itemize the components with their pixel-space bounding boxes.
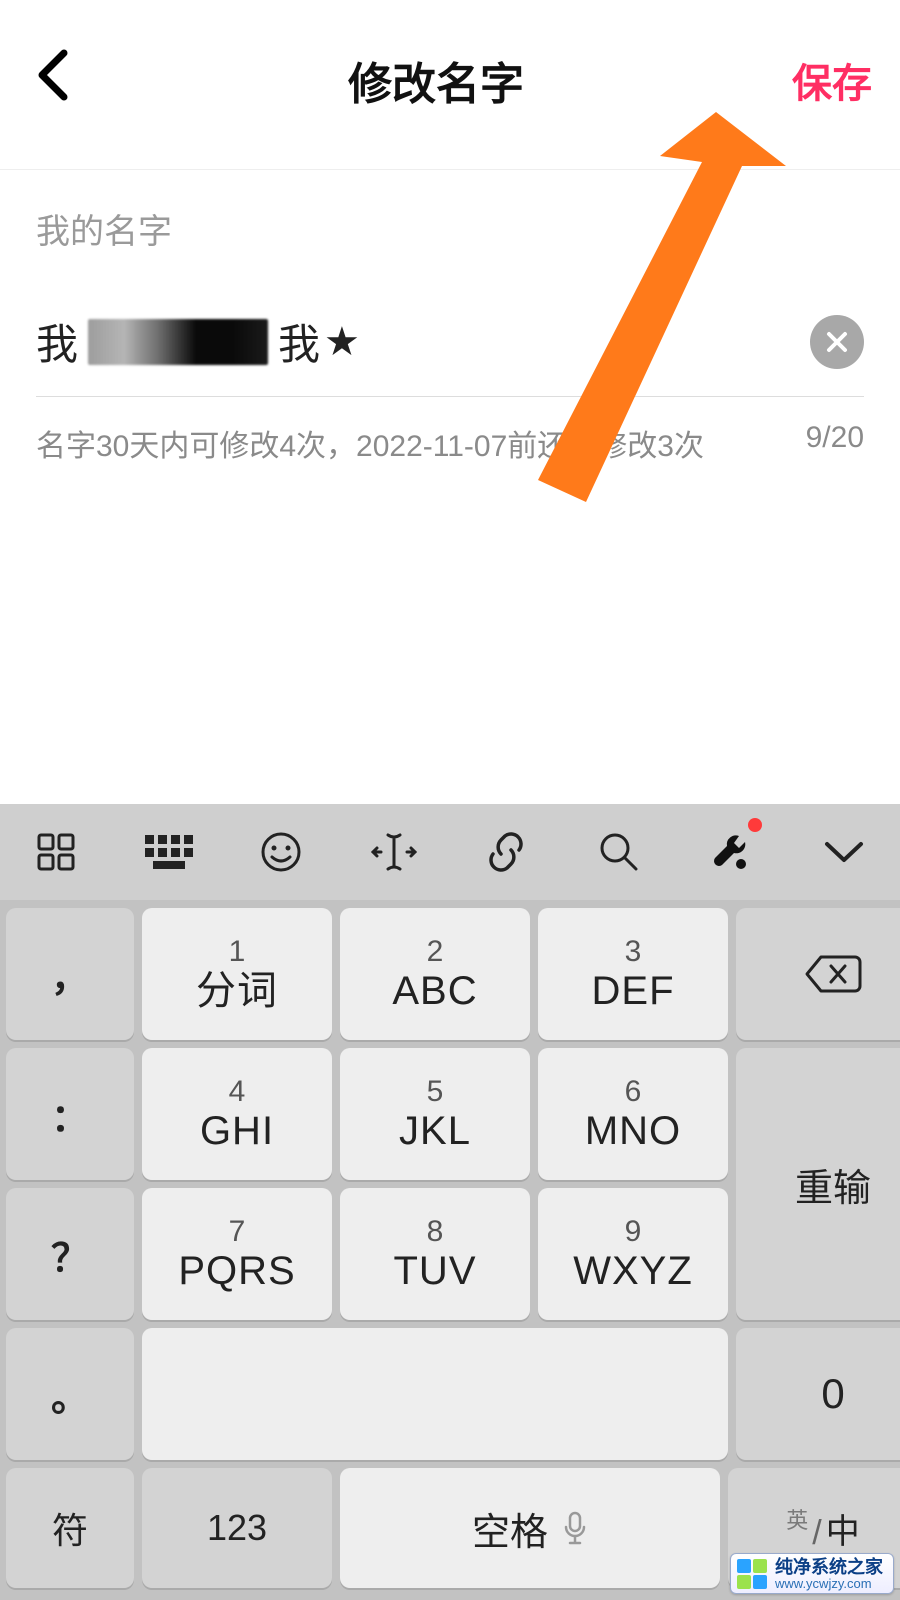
link-icon xyxy=(485,830,527,874)
name-input[interactable]: 我 我 ★ xyxy=(36,311,360,372)
key-colon[interactable]: ： xyxy=(6,1048,134,1180)
name-text-suffix: 我 xyxy=(278,311,320,372)
key-2[interactable]: 2ABC xyxy=(340,908,530,1040)
key-voice[interactable] xyxy=(142,1328,728,1460)
microphone-icon xyxy=(562,1511,588,1545)
smile-icon xyxy=(260,831,302,873)
name-input-row[interactable]: 我 我 ★ xyxy=(36,301,864,397)
key-numeric[interactable]: 123 xyxy=(142,1468,332,1588)
field-label: 我的名字 xyxy=(36,204,864,253)
close-icon xyxy=(826,331,848,353)
key-reinput[interactable]: 重输 xyxy=(736,1048,900,1320)
toolbar-grid-button[interactable] xyxy=(0,804,113,900)
key-7[interactable]: 7PQRS xyxy=(142,1188,332,1320)
name-text-prefix: 我 xyxy=(36,311,78,372)
watermark-url: www.ycwjzy.com xyxy=(775,1577,883,1591)
key-3[interactable]: 3DEF xyxy=(538,908,728,1040)
toolbar-clipboard-button[interactable] xyxy=(450,804,563,900)
notification-dot-icon xyxy=(748,818,762,832)
save-button[interactable]: 保存 xyxy=(792,51,872,109)
text-cursor-icon xyxy=(371,831,417,873)
ime-keyboard: ， 1分词 2ABC 3DEF ： 4GHI 5JKL 6MNO 重输 ？ 7P… xyxy=(0,804,900,1600)
keyboard-layout-icon xyxy=(145,835,193,869)
keyboard-toolbar xyxy=(0,804,900,900)
toolbar-settings-button[interactable] xyxy=(675,804,788,900)
redacted-segment xyxy=(88,319,268,365)
watermark-title: 纯净系统之家 xyxy=(775,1558,883,1577)
toolbar-keyboard-layout-button[interactable] xyxy=(113,804,226,900)
star-icon: ★ xyxy=(324,319,360,365)
toolbar-emoji-button[interactable] xyxy=(225,804,338,900)
back-button[interactable] xyxy=(28,39,80,121)
key-6[interactable]: 6MNO xyxy=(538,1048,728,1180)
grid-icon xyxy=(36,832,76,872)
toolbar-search-button[interactable] xyxy=(563,804,676,900)
key-9[interactable]: 9WXYZ xyxy=(538,1188,728,1320)
key-period[interactable]: 。 xyxy=(6,1328,134,1460)
page-title: 修改名字 xyxy=(348,48,524,112)
clear-input-button[interactable] xyxy=(810,315,864,369)
key-comma[interactable]: ， xyxy=(6,908,134,1040)
toolbar-collapse-button[interactable] xyxy=(788,804,900,900)
search-icon xyxy=(598,831,640,873)
key-0[interactable]: 0 xyxy=(736,1328,900,1460)
edit-limit-hint: 名字30天内可修改4次，2022-11-07前还可修改3次 xyxy=(36,421,704,465)
key-5[interactable]: 5JKL xyxy=(340,1048,530,1180)
key-question[interactable]: ？ xyxy=(6,1188,134,1320)
watermark-logo-icon xyxy=(737,1559,769,1591)
watermark: 纯净系统之家 www.ycwjzy.com xyxy=(730,1553,894,1594)
key-space[interactable]: 空格 xyxy=(340,1468,720,1588)
key-symbol[interactable]: 符 xyxy=(6,1468,134,1588)
key-8[interactable]: 8TUV xyxy=(340,1188,530,1320)
toolbar-cursor-button[interactable] xyxy=(338,804,451,900)
chevron-down-icon xyxy=(823,838,865,866)
char-counter: 9/20 xyxy=(806,421,864,465)
chevron-left-icon xyxy=(34,49,74,101)
key-1[interactable]: 1分词 xyxy=(142,908,332,1040)
backspace-icon xyxy=(803,953,863,995)
wrench-icon xyxy=(709,830,753,874)
key-backspace[interactable] xyxy=(736,908,900,1040)
key-4[interactable]: 4GHI xyxy=(142,1048,332,1180)
